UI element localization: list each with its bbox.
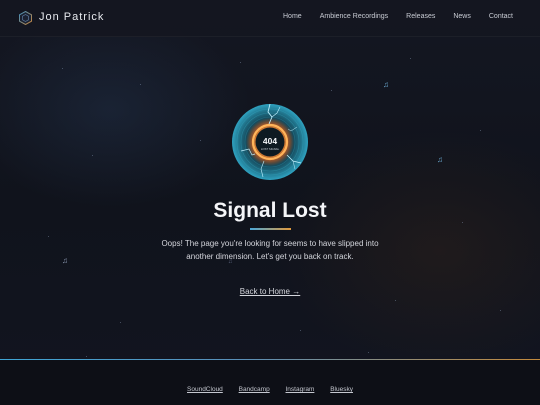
title-underline [250, 228, 291, 230]
particle [200, 140, 201, 141]
particle [500, 310, 501, 311]
particle [368, 352, 369, 353]
particle [48, 236, 49, 237]
main-nav: Home Ambience Recordings Releases News C… [265, 13, 513, 20]
particle [240, 62, 241, 63]
error-message: Oops! The page you're looking for seems … [161, 239, 379, 261]
site-footer: SoundCloud Bandcamp Instagram Bluesky [0, 360, 540, 405]
footer-links: SoundCloud Bandcamp Instagram Bluesky [0, 386, 540, 393]
nav-link-contact[interactable]: Contact [489, 13, 513, 20]
footer-link-instagram[interactable]: Instagram [286, 386, 315, 393]
vinyl-sub-text: LOST SIGNAL [261, 147, 280, 151]
particle [480, 130, 481, 131]
particle [331, 90, 332, 91]
particle [300, 330, 301, 331]
particle [62, 68, 63, 69]
particle [140, 84, 141, 85]
particle [120, 322, 121, 323]
back-link-container: Back to Home → [0, 287, 540, 296]
hexagon-logo-icon[interactable] [19, 10, 32, 26]
page-title: Signal Lost [213, 199, 327, 222]
nav-link-news[interactable]: News [453, 13, 471, 20]
nav-link-home[interactable]: Home [283, 13, 302, 20]
music-note-icon: ♫ [62, 256, 68, 265]
broken-vinyl-illustration: 404 LOST SIGNAL [231, 103, 309, 181]
nav-link-ambience-recordings[interactable]: Ambience Recordings [320, 13, 388, 20]
music-note-icon: ♫ [383, 80, 389, 89]
footer-link-bluesky[interactable]: Bluesky [330, 386, 353, 393]
particle [395, 300, 396, 301]
vinyl-code-text: 404 [263, 136, 277, 146]
particle [86, 356, 87, 357]
page: ♫ ♫ ♫ ♫ Jon Patrick Home Ambience Record… [0, 0, 540, 405]
brand-name[interactable]: Jon Patrick [39, 11, 104, 23]
back-to-home-link[interactable]: Back to Home → [240, 287, 300, 296]
music-note-icon: ♫ [437, 155, 443, 164]
footer-link-bandcamp[interactable]: Bandcamp [239, 386, 270, 393]
site-header: Jon Patrick Home Ambience Recordings Rel… [0, 0, 540, 37]
particle [410, 58, 411, 59]
nav-link-releases[interactable]: Releases [406, 13, 435, 20]
footer-link-soundcloud[interactable]: SoundCloud [187, 386, 223, 393]
particle [92, 155, 93, 156]
